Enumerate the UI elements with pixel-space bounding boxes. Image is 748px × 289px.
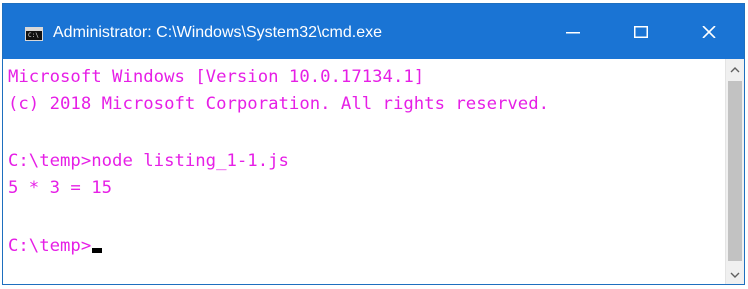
chevron-down-icon bbox=[730, 272, 740, 278]
maximize-button[interactable] bbox=[607, 4, 675, 59]
console-output-area[interactable]: Microsoft Windows [Version 10.0.17134.1]… bbox=[3, 59, 725, 284]
window-title: Administrator: C:\Windows\System32\cmd.e… bbox=[53, 24, 382, 41]
minimize-button[interactable] bbox=[539, 4, 607, 59]
cmd-app-icon-titlestrip bbox=[26, 28, 42, 31]
console-prompt: C:\temp> bbox=[8, 236, 92, 256]
minimize-icon bbox=[566, 32, 580, 34]
chevron-up-icon bbox=[730, 67, 740, 73]
console-line-copyright: (c) 2018 Microsoft Corporation. All righ… bbox=[8, 94, 550, 114]
text-cursor bbox=[92, 248, 103, 253]
close-icon bbox=[702, 26, 716, 38]
scroll-down-button[interactable] bbox=[726, 266, 744, 284]
console-prompt-line[interactable]: C:\temp> bbox=[8, 234, 103, 258]
scrollbar-thumb[interactable] bbox=[728, 81, 742, 261]
cmd-app-icon[interactable]: C:\ bbox=[25, 27, 43, 41]
console-line-result: 5 * 3 = 15 bbox=[8, 178, 113, 198]
scroll-up-button[interactable] bbox=[726, 59, 744, 79]
console-line-command: C:\temp>node listing_1-1.js bbox=[8, 151, 289, 171]
vertical-scrollbar[interactable] bbox=[725, 59, 744, 284]
console-line-version: Microsoft Windows [Version 10.0.17134.1] bbox=[8, 67, 425, 87]
cmd-window: C:\ Administrator: C:\Windows\System32\c… bbox=[2, 3, 745, 285]
maximize-icon bbox=[634, 26, 648, 38]
cmd-app-icon-text: C:\ bbox=[28, 32, 39, 39]
close-button[interactable] bbox=[675, 4, 743, 59]
title-bar[interactable]: C:\ Administrator: C:\Windows\System32\c… bbox=[3, 4, 744, 59]
